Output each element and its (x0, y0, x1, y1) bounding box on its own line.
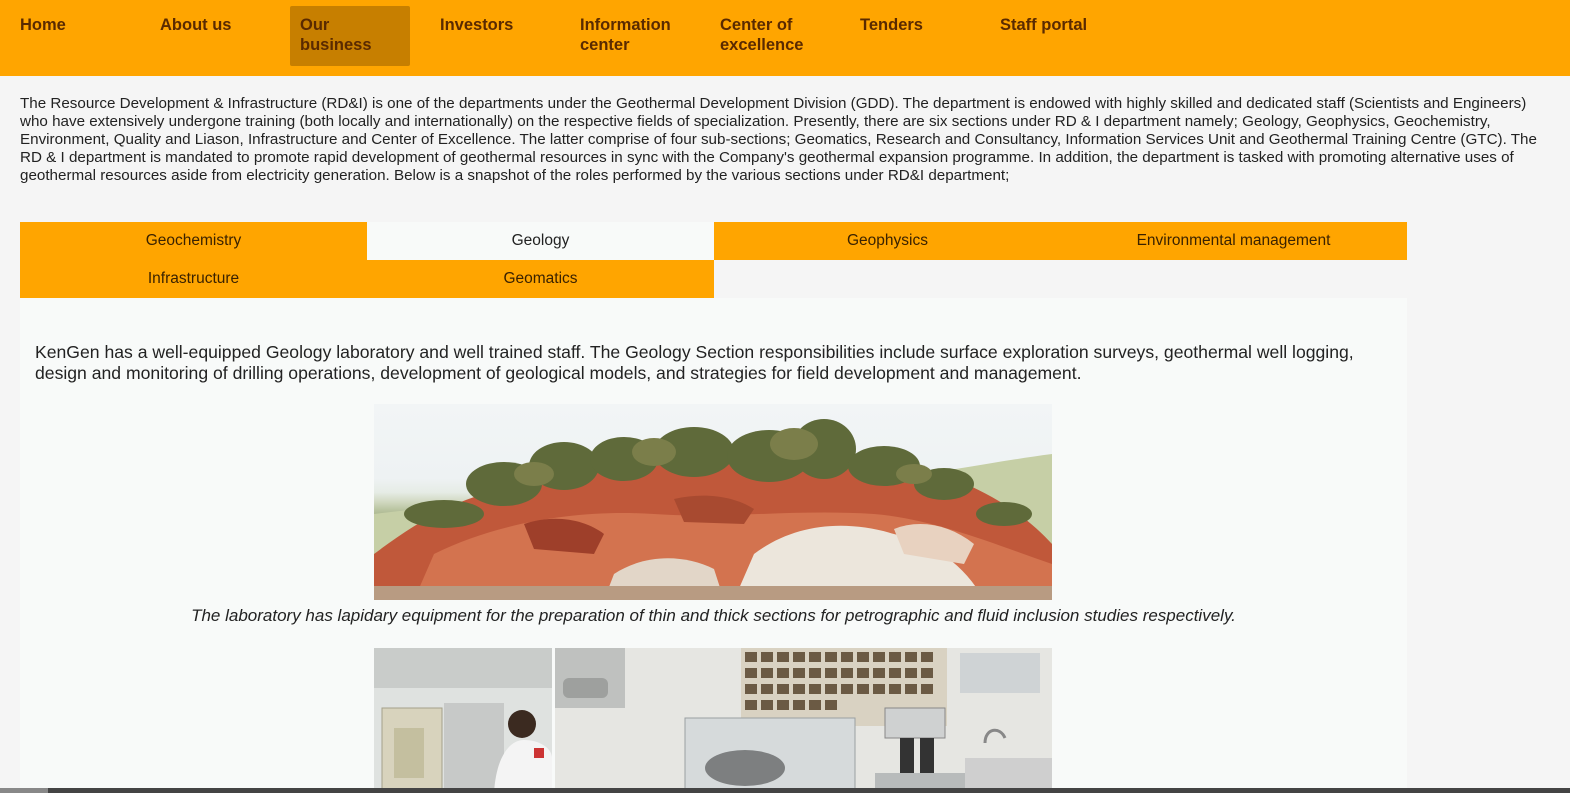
intro-paragraph: The Resource Development & Infrastructur… (20, 95, 1537, 184)
tab-geomatics[interactable]: Geomatics (367, 260, 714, 298)
nav-home[interactable]: Home (10, 6, 130, 66)
image-caption: The laboratory has lapidary equipment fo… (191, 606, 1236, 625)
nav-information-center[interactable]: Information center (570, 6, 690, 66)
nav-our-business[interactable]: Our business (290, 6, 410, 66)
nav-tenders[interactable]: Tenders (850, 6, 970, 66)
section-tabs: Geochemistry Geology Geophysics Environm… (20, 222, 1407, 298)
nav-center-of-excellence[interactable]: Center of excellence (710, 6, 830, 66)
tab-environmental-management[interactable]: Environmental management (1060, 222, 1407, 260)
geology-outcrop-photo (374, 404, 1052, 600)
tab-geophysics[interactable]: Geophysics (714, 222, 1061, 260)
lab-equipment-photo (555, 648, 1052, 793)
top-navigation: Home About us Our business Investors Inf… (0, 0, 1570, 76)
scrollbar-thumb[interactable] (0, 788, 48, 793)
nav-staff-portal[interactable]: Staff portal (990, 6, 1110, 66)
horizontal-scrollbar[interactable] (0, 788, 1570, 793)
tab-content-panel: KenGen has a well-equipped Geology labor… (20, 298, 1407, 793)
tab-geochemistry[interactable]: Geochemistry (20, 222, 367, 260)
tab-geology[interactable]: Geology (367, 222, 714, 260)
lab-technician-photo (374, 648, 552, 793)
geology-description: KenGen has a well-equipped Geology labor… (35, 342, 1354, 383)
nav-investors[interactable]: Investors (430, 6, 550, 66)
tab-infrastructure[interactable]: Infrastructure (20, 260, 367, 298)
nav-about-us[interactable]: About us (150, 6, 270, 66)
